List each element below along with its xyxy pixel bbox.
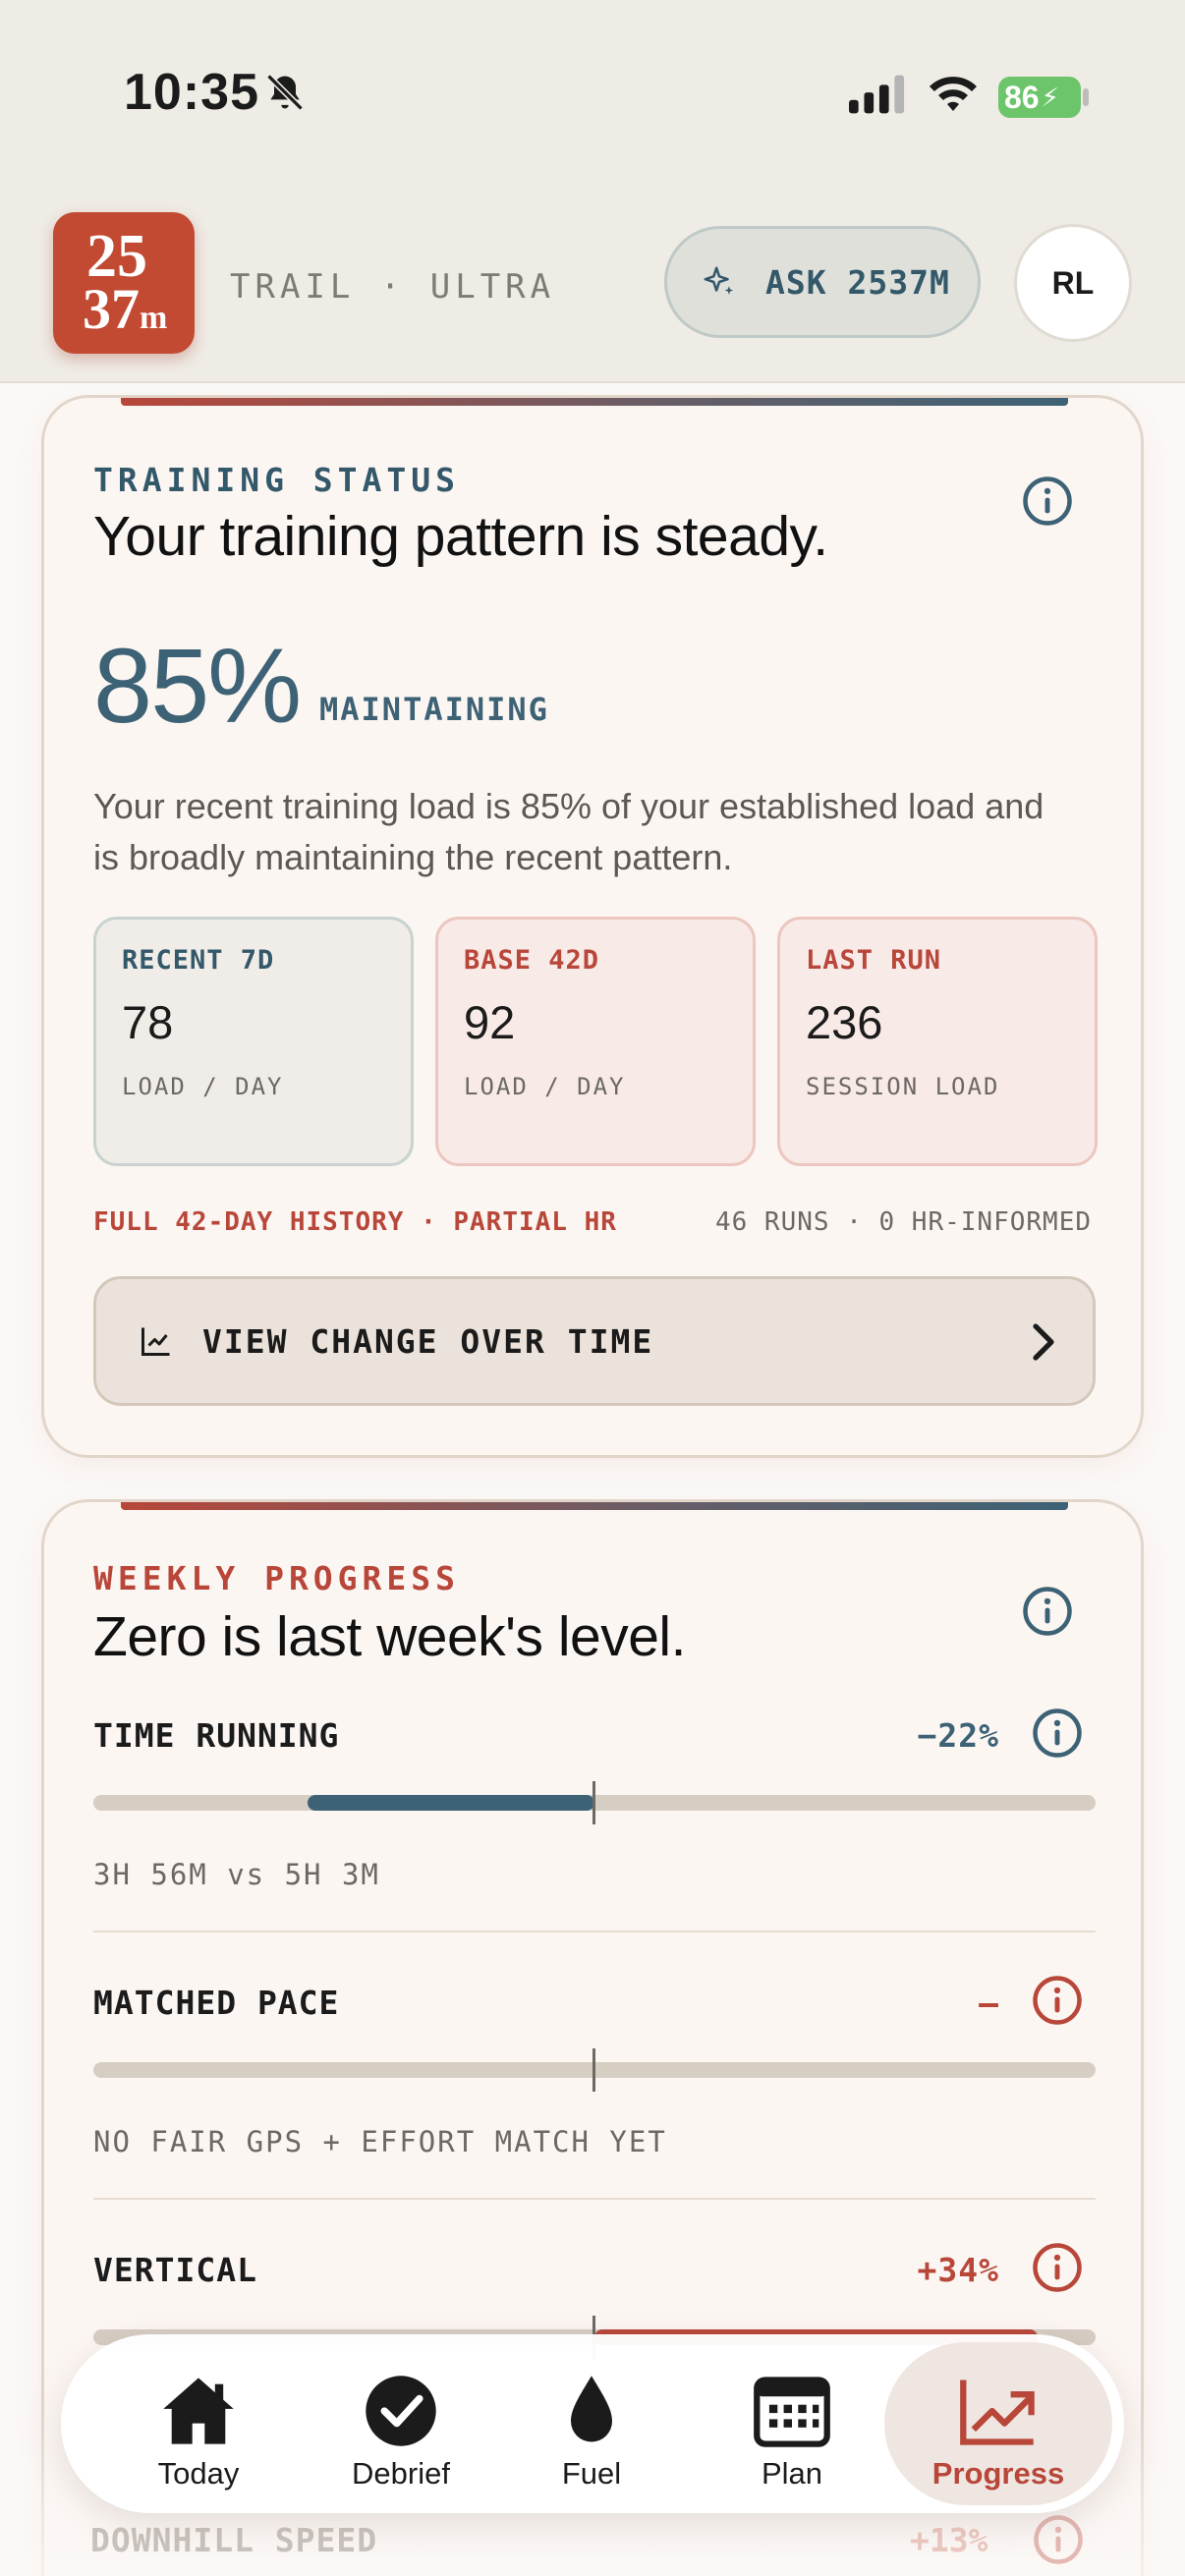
line-chart-icon [141,1327,170,1356]
load-description: Your recent training load is 85% of your… [93,786,1044,877]
stat-last-run: LAST RUN 236 SESSION LOAD [777,917,1098,1166]
status-time: 10:35 [124,64,259,121]
stat-unit: LOAD / DAY [122,1073,284,1100]
tab-today[interactable]: Today [90,2342,307,2505]
training-status-headline: Your training pattern is steady. [93,505,828,568]
home-icon [163,2378,234,2444]
history-coverage: FULL 42-DAY HISTORY · PARTIAL HR [93,1207,617,1237]
bar-baseline-marker [592,2048,595,2092]
sparkle-icon [704,266,734,295]
training-status-card: TRAINING STATUS Your training pattern is… [41,395,1144,1458]
battery-level: 86 [1004,79,1040,115]
tab-progress[interactable]: Progress [884,2342,1112,2505]
info-icon[interactable] [1031,2241,1084,2294]
stat-recent-7d: RECENT 7D 78 LOAD / DAY [93,917,414,1166]
metric-name-time-running: TIME RUNNING [93,1716,340,1755]
divider [93,2198,1096,2200]
stat-base-42d: BASE 42D 92 LOAD / DAY [435,917,756,1166]
tab-debrief[interactable]: Debrief [293,2342,509,2505]
card-accent-bar [121,398,1068,406]
metric-name-vertical: VERTICAL [93,2251,257,2289]
avatar[interactable]: RL [1014,224,1132,342]
info-icon[interactable] [1031,1974,1084,2027]
app-logo[interactable]: 25 37m [53,212,195,354]
metric-value-vertical: +34% [917,2251,999,2289]
metric-sub-matched-pace: NO FAIR GPS + EFFORT MATCH YET [93,2125,667,2158]
app-header: 25 37m TRAIL · ULTRA ASK 2537M RL [0,187,1185,383]
check-circle-icon [366,2376,436,2446]
trend-icon [960,2380,1035,2445]
ask-assistant-button[interactable]: ASK 2537M [664,226,981,338]
stat-label: BASE 42D [464,945,600,976]
stat-value: 236 [806,996,883,1048]
load-status-tag: MAINTAINING [319,691,549,728]
tab-label: Progress [931,2456,1065,2491]
progress-bar-matched-pace [93,2048,1096,2092]
stat-value: 92 [464,996,516,1048]
tab-label: Today [157,2456,240,2491]
divider [93,1931,1096,1932]
view-change-over-time-button[interactable]: VIEW CHANGE OVER TIME [93,1276,1096,1406]
tab-plan[interactable]: Plan [684,2342,900,2505]
load-percent: 85% [93,626,302,745]
metric-value-time-running: −22% [917,1716,999,1755]
info-icon[interactable] [1021,475,1074,528]
card-accent-bar [121,1502,1068,1510]
stat-value: 78 [122,996,174,1048]
info-icon[interactable] [1031,1707,1084,1760]
stat-unit: LOAD / DAY [464,1073,626,1100]
logo-bottom-number: 37m [83,277,168,341]
metric-name-matched-pace: MATCHED PACE [93,1984,340,2022]
tab-label: Fuel [561,2456,622,2491]
stat-label: RECENT 7D [122,945,275,976]
stat-label: LAST RUN [806,945,942,976]
charging-bolt-icon: ⚡ [1041,82,1059,112]
info-icon[interactable] [1032,2513,1085,2566]
calendar-icon [754,2377,830,2447]
chevron-right-icon [1033,1323,1054,1361]
drop-icon [571,2376,612,2442]
wifi-icon [930,77,977,111]
metric-name-downhill-speed: DOWNHILL SPEED [90,2521,378,2559]
training-status-overline: TRAINING STATUS [93,461,461,499]
bell-slash-icon [266,74,304,111]
run-count: 46 RUNS · 0 HR-INFORMED [714,1207,1092,1237]
progress-bar-time-running [93,1781,1096,1824]
weekly-progress-headline: Zero is last week's level. [93,1605,686,1668]
bar-baseline-marker [592,1781,595,1824]
view-change-label: VIEW CHANGE OVER TIME [202,1321,654,1361]
bottom-tab-bar: Today Debrief Fuel Plan Progress [61,2334,1124,2513]
bar-fill [308,1795,594,1811]
info-icon[interactable] [1021,1585,1074,1638]
tab-label: Plan [761,2456,823,2491]
brand-tagline: TRAIL · ULTRA [230,267,556,307]
weekly-progress-overline: WEEKLY PROGRESS [93,1559,461,1597]
ask-assistant-label: ASK 2537M [765,262,950,302]
battery-indicator: 86 ⚡ [998,77,1081,118]
stat-unit: SESSION LOAD [806,1073,1000,1100]
main-content[interactable]: TRAINING STATUS Your training pattern is… [0,383,1185,2576]
tab-label: Debrief [352,2456,450,2491]
metric-value-downhill-speed: +13% [910,2521,988,2559]
battery-nub [1083,88,1089,106]
metric-value-matched-pace: – [979,1984,999,2022]
status-bar: 10:35 86 ⚡ [0,0,1185,187]
metric-sub-time-running: 3H 56M vs 5H 3M [93,1858,380,1891]
cellular-signal-icon [849,75,905,114]
tab-fuel[interactable]: Fuel [483,2342,700,2505]
